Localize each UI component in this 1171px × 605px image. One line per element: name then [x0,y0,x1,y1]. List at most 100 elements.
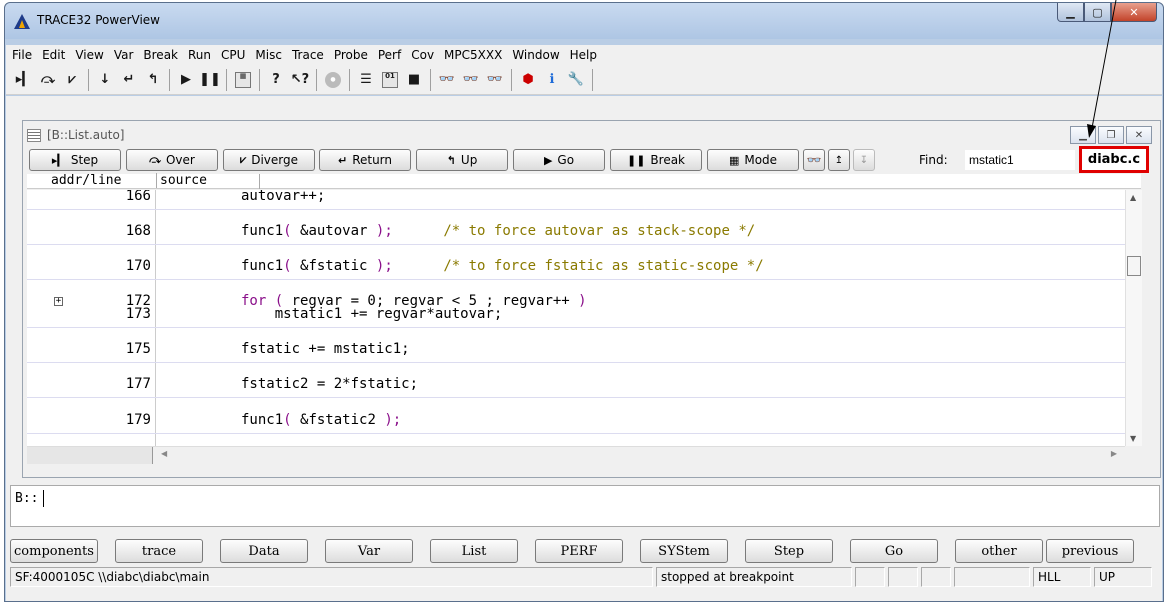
softkey-step[interactable]: Step [745,539,833,563]
line-number: 170 [125,258,151,274]
menu-trace[interactable]: Trace [292,48,324,62]
memory-dump-icon[interactable]: 01 [380,70,400,90]
softkey-go[interactable]: Go [850,539,938,563]
softkey-other[interactable]: other [955,539,1043,563]
stop-icon[interactable]: ● [323,70,343,90]
code-token: ( [283,223,292,239]
source-column-header[interactable]: source [156,173,207,188]
scroll-right-icon[interactable]: ▶ [1111,449,1117,458]
toolbar-separator [430,68,431,91]
code-token: ( [283,412,292,428]
step-button[interactable]: ▸▎ Step [29,149,121,171]
line-number: 175 [125,341,151,357]
menu-cov[interactable]: Cov [411,48,434,62]
maximize-button[interactable]: ▢ [1084,3,1111,22]
step-down-icon[interactable]: ↓ [95,70,115,90]
up-icon[interactable]: ↰ [143,70,163,90]
watch-local-icon[interactable]: 👓 [461,70,481,90]
down-frame-button[interactable]: ↧ [853,149,875,171]
line-number: 179 [125,412,151,428]
return-icon[interactable]: ↵ [119,70,139,90]
watch-icon[interactable]: 👓 [437,70,457,90]
menu-window[interactable]: Window [512,48,559,62]
register-icon[interactable]: ■ [404,70,424,90]
toolbar-separator [511,68,512,91]
list-window-title[interactable]: [B::List.auto] [27,127,124,143]
info-icon[interactable]: ℹ [542,70,562,90]
expand-plus-icon[interactable]: + [54,297,63,306]
over-button[interactable]: ⤼ Over [126,149,218,171]
mode-button[interactable]: ▦ Mode [707,149,799,171]
help-icon[interactable]: ? [266,70,286,90]
breakpoint-list-icon[interactable]: ⬢ [518,70,538,90]
softkey-perf[interactable]: PERF [535,539,623,563]
main-toolbar: ▸▎ ⤼ ⩗ ↓ ↵ ↰ ▶ ❚❚ ▦ ? ↖? ● ☰ 01 ■ 👓 👓 👓 … [6,65,1162,95]
status-cell-empty-2 [888,567,918,587]
break-icon[interactable]: ❚❚ [199,70,221,90]
code-token: &fstatic2 [291,412,385,428]
menu-mpc5xxx[interactable]: MPC5XXX [444,48,502,62]
mode-icon[interactable]: ▦ [233,70,253,90]
menu-view[interactable]: View [75,48,103,62]
source-line[interactable]: 173 mstatic1 += regvar*autovar; [27,306,1125,328]
child-restore-button[interactable]: ❐ [1098,126,1124,144]
softkey-list[interactable]: List [430,539,518,563]
go-icon[interactable]: ▶ [176,70,196,90]
softkey-previous[interactable]: previous [1046,539,1134,563]
diverge-icon[interactable]: ⩗ [62,70,82,90]
code-token: /* to force autovar as stack-scope */ [443,223,756,239]
up-button[interactable]: ↰ Up [416,149,508,171]
child-minimize-button[interactable]: ▁ [1070,126,1096,144]
addr-line-column-header[interactable]: addr/line [51,173,121,188]
return-button[interactable]: ↵ Return [319,149,411,171]
softkey-system[interactable]: SYStem [640,539,728,563]
child-close-button[interactable]: ✕ [1126,126,1152,144]
context-help-icon[interactable]: ↖? [290,70,310,90]
menu-perf[interactable]: Perf [378,48,401,62]
scroll-thumb[interactable] [1127,256,1141,276]
menu-cpu[interactable]: CPU [221,48,245,62]
horizontal-scrollbar[interactable]: ◀ ▶ [27,446,1125,464]
softkey-var[interactable]: Var [325,539,413,563]
step-icon[interactable]: ▸▎ [14,70,34,90]
source-line[interactable]: 170 func1( &fstatic ); /* to force fstati… [27,258,1125,280]
toolbar-separator [592,68,593,91]
watch-button[interactable]: 👓 [803,149,825,171]
step-over-icon[interactable]: ⤼ [38,70,58,90]
watch-stack-icon[interactable]: 👓 [485,70,505,90]
scroll-up-icon[interactable]: ▲ [1130,193,1136,202]
settings-wrench-icon[interactable]: 🔧 [566,70,586,90]
toolbar-separator [349,68,350,91]
command-line[interactable]: B:: [10,485,1160,527]
menu-edit[interactable]: Edit [42,48,65,62]
menu-break[interactable]: Break [143,48,178,62]
scroll-down-icon[interactable]: ▼ [1130,434,1136,443]
source-line[interactable]: 166 autovar++; [27,190,1125,210]
source-listing[interactable]: 166 autovar++; 168 func1( &autovar ); /* to… [27,190,1125,446]
diverge-button[interactable]: ⩗ Diverge [223,149,315,171]
code-token: /* to force fstatic as static-scope */ [443,258,764,274]
find-input[interactable] [965,150,1075,170]
source-line[interactable]: 177 fstatic2 = 2*fstatic; [27,376,1125,398]
softkey-trace[interactable]: trace [115,539,203,563]
softkey-data[interactable]: Data [220,539,308,563]
minimize-button[interactable]: ▁ [1057,3,1084,22]
scroll-left-icon[interactable]: ◀ [161,449,167,458]
go-button[interactable]: ▶ Go [513,149,605,171]
menu-probe[interactable]: Probe [334,48,368,62]
vertical-scrollbar[interactable]: ▲ ▼ [1125,190,1142,446]
source-line[interactable]: 175 fstatic += mstatic1; [27,341,1125,363]
menu-help[interactable]: Help [570,48,597,62]
up-frame-button[interactable]: ↥ [828,149,850,171]
menu-misc[interactable]: Misc [255,48,282,62]
menu-file[interactable]: File [12,48,32,62]
title-bar[interactable]: TRACE32 PowerView ▁ ▢ ✕ [5,3,1163,39]
close-button[interactable]: ✕ [1111,3,1157,22]
source-line[interactable]: 168 func1( &autovar ); /* to force autova… [27,223,1125,245]
menu-run[interactable]: Run [188,48,211,62]
softkey-components[interactable]: components [10,539,98,563]
menu-var[interactable]: Var [114,48,134,62]
list-source-icon[interactable]: ☰ [356,70,376,90]
source-line[interactable]: 179 func1( &fstatic2 ); [27,412,1125,434]
break-button[interactable]: ❚❚ Break [610,149,702,171]
